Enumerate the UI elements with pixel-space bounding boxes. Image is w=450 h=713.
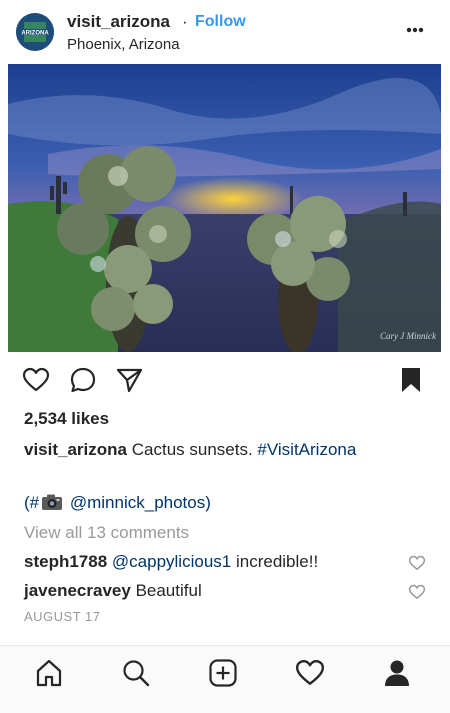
comment-username[interactable]: steph1788: [24, 552, 107, 571]
post-username[interactable]: visit_arizona: [67, 12, 170, 32]
separator-dot: ·: [182, 12, 188, 31]
heart-icon[interactable]: [22, 366, 50, 394]
follow-button[interactable]: Follow: [195, 13, 246, 31]
comment-item: javenecravey Beautiful: [24, 581, 202, 601]
caption-username[interactable]: visit_arizona: [24, 440, 127, 459]
comment-text: Beautiful: [135, 581, 202, 600]
comment-username[interactable]: javenecravey: [24, 581, 131, 600]
photo-credit: (# @minnick_photos): [24, 493, 211, 516]
credit-handle[interactable]: @minnick_photos: [70, 493, 205, 512]
post-header: ARIZONA visit_arizona · Follow Phoenix, …: [0, 0, 450, 62]
credit-prefix: (#: [24, 493, 40, 512]
profile-icon[interactable]: [382, 658, 412, 688]
svg-text:ARIZONA: ARIZONA: [21, 31, 49, 37]
comment-item: steph1788 @cappylicious1 incredible!!: [24, 552, 318, 572]
caption: visit_arizona Cactus sunsets. #VisitAriz…: [24, 440, 356, 460]
avatar[interactable]: ARIZONA: [16, 13, 54, 51]
bottom-tab-bar: [0, 645, 450, 713]
post-date: AUGUST 17: [24, 609, 101, 624]
cactus-sunset-image: Cary J Minnick: [8, 64, 441, 352]
hashtag-link[interactable]: #VisitArizona: [257, 440, 356, 459]
camera-icon: [41, 493, 63, 516]
home-icon[interactable]: [34, 658, 64, 688]
caption-text: Cactus sunsets.: [131, 440, 253, 459]
view-all-comments[interactable]: View all 13 comments: [24, 523, 189, 543]
more-dots-icon[interactable]: [400, 20, 430, 40]
search-icon[interactable]: [121, 658, 151, 688]
comment-like-heart-icon[interactable]: [408, 555, 426, 571]
arizona-logo: ARIZONA: [16, 13, 54, 51]
location-link[interactable]: Phoenix, Arizona: [67, 36, 180, 53]
photo-watermark: Cary J Minnick: [380, 331, 437, 341]
bookmark-icon[interactable]: [397, 366, 425, 394]
comment-mention[interactable]: @cappylicious1: [112, 552, 231, 571]
credit-suffix: ): [205, 493, 211, 512]
post-photo[interactable]: Cary J Minnick: [8, 64, 441, 352]
comment-text: incredible!!: [235, 552, 319, 571]
add-icon[interactable]: [208, 658, 238, 688]
activity-heart-icon[interactable]: [295, 658, 325, 688]
comment-like-heart-icon[interactable]: [408, 584, 426, 600]
send-icon[interactable]: [115, 366, 143, 394]
comment-icon[interactable]: [69, 366, 97, 394]
likes-count[interactable]: 2,534 likes: [24, 409, 109, 429]
